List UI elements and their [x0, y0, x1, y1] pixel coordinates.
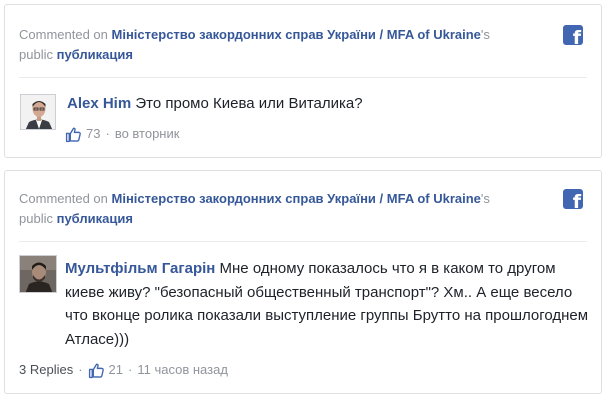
like-count: 21: [108, 362, 124, 377]
avatar[interactable]: [19, 255, 57, 293]
comment-meta: 73 · во вторник: [65, 125, 179, 143]
author-link[interactable]: Мультфільм Гагарін: [65, 260, 215, 277]
commented-on-label: Commented on: [19, 27, 108, 42]
public-label: public: [19, 211, 53, 226]
comment-time[interactable]: во вторник: [115, 125, 180, 143]
comment-context: Commented on Міністерство закордонних сп…: [19, 25, 559, 65]
commented-on-label: Commented on: [19, 191, 108, 206]
possessive-label: 's: [480, 191, 490, 206]
comment-text: Это промо Киева или Виталика?: [135, 95, 363, 112]
thumbs-up-icon[interactable]: [88, 362, 105, 379]
comment-card: Commented on Міністерство закордонних сп…: [4, 170, 602, 394]
facebook-logo-icon[interactable]: f: [563, 189, 583, 209]
thumbs-up-icon[interactable]: [65, 126, 82, 143]
post-link[interactable]: публикация: [57, 47, 133, 62]
facebook-logo-icon[interactable]: f: [563, 25, 583, 45]
comment-body: Мультфільм Гагарін Мне одному показалось…: [65, 257, 593, 351]
like-count: 73: [86, 126, 101, 141]
separator: ·: [78, 362, 83, 377]
separator: ·: [128, 362, 133, 377]
comment-meta: 3 Replies · 21 · 11 часов назад: [19, 361, 228, 379]
replies-link[interactable]: 3 Replies: [19, 361, 73, 379]
divider: [19, 77, 587, 78]
separator: ·: [105, 126, 110, 141]
comment-context: Commented on Міністерство закордонних сп…: [19, 189, 559, 229]
possessive-label: 's: [480, 27, 490, 42]
public-label: public: [19, 47, 53, 62]
comment-card: Commented on Міністерство закордонних сп…: [4, 4, 602, 158]
avatar[interactable]: [20, 94, 56, 130]
comment-body: Alex Him Это промо Киева или Виталика?: [67, 93, 587, 115]
comment-time[interactable]: 11 часов назад: [137, 361, 228, 379]
page-link[interactable]: Міністерство закордонних справ України /…: [112, 27, 481, 42]
page-link[interactable]: Міністерство закордонних справ України /…: [112, 191, 481, 206]
post-link[interactable]: публикация: [57, 211, 133, 226]
author-link[interactable]: Alex Him: [67, 95, 131, 112]
divider: [19, 241, 587, 242]
